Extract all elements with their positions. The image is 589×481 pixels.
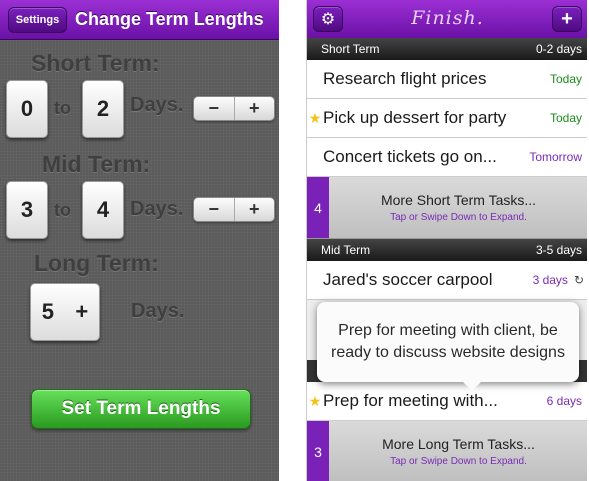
mid-term-minus-button[interactable]: −	[194, 198, 235, 221]
mid-term-stepper: − +	[193, 197, 275, 222]
short-term-header-label: Short Term	[321, 42, 380, 56]
task-name: Prep for meeting with...	[323, 391, 498, 410]
more-text: More Long Term Tasks... Tap or Swipe Dow…	[329, 421, 587, 481]
task-due: Tomorrow	[529, 150, 582, 164]
more-text: More Short Term Tasks... Tap or Swipe Do…	[329, 177, 587, 238]
nav-bar: Settings Change Term Lengths	[0, 0, 279, 40]
more-label: More Short Term Tasks...	[380, 192, 537, 208]
task-name: Jared's soccer carpool	[323, 270, 493, 289]
repeat-icon: ↻	[573, 273, 584, 287]
more-short-term-tasks[interactable]: 4 More Short Term Tasks... Tap or Swipe …	[307, 177, 587, 239]
task-note-tooltip: Prep for meeting with client, be ready t…	[317, 302, 579, 391]
short-term-plus-button[interactable]: +	[235, 97, 275, 120]
task-due: Today	[549, 72, 582, 86]
task-list-screen: ⚙ Finish. + Short Term 0-2 days Research…	[306, 0, 587, 481]
short-term-to-label: to	[54, 98, 71, 118]
long-term-title: Long Term:	[34, 250, 159, 276]
mid-term-to-label: to	[54, 200, 71, 220]
mid-term-from-tile[interactable]: 3	[6, 181, 48, 239]
more-long-term-tasks[interactable]: 3 More Long Term Tasks... Tap or Swipe D…	[307, 421, 587, 481]
task-name: Concert tickets go on...	[323, 147, 497, 166]
task-name: Research flight prices	[323, 69, 487, 88]
set-term-lengths-button[interactable]: Set Term Lengths	[31, 389, 251, 429]
short-term-header: Short Term 0-2 days	[307, 38, 587, 60]
short-term-more-count: 4	[307, 177, 329, 238]
mid-term-header-label: Mid Term	[321, 243, 371, 257]
nav-bar: ⚙ Finish. +	[307, 0, 587, 38]
app-title: Finish.	[411, 7, 484, 29]
long-term-more-count: 3	[307, 421, 329, 481]
mid-term-header-range: 3-5 days	[535, 243, 582, 257]
mid-term-to-tile[interactable]: 4	[82, 181, 124, 239]
more-hint: Tap or Swipe Down to Expand.	[390, 212, 527, 223]
mid-term-plus-button[interactable]: +	[235, 198, 275, 221]
term-lengths-screen: Settings Change Term Lengths Short Term:…	[0, 0, 279, 481]
add-task-button[interactable]: +	[552, 6, 582, 32]
mid-term-header: Mid Term 3-5 days	[307, 239, 587, 261]
more-hint: Tap or Swipe Down to Expand.	[390, 456, 527, 467]
task-due: 3 days	[532, 273, 568, 287]
settings-button[interactable]: Settings	[8, 7, 67, 33]
short-term-from-tile[interactable]: 0	[6, 80, 48, 138]
short-term-header-range: 0-2 days	[535, 42, 582, 56]
task-name: Pick up dessert for party	[323, 108, 507, 127]
long-term-plus-icon[interactable]: +	[75, 299, 88, 325]
page-title: Change Term Lengths	[75, 9, 264, 29]
task-row[interactable]: Concert tickets go on... Tomorrow	[307, 138, 587, 177]
more-label: More Long Term Tasks...	[382, 436, 535, 452]
star-icon: ★	[308, 392, 322, 409]
short-term-stepper: − +	[193, 96, 275, 121]
short-term-days-label: Days.	[130, 94, 184, 116]
task-due: Today	[549, 111, 582, 125]
task-row[interactable]: ★ Pick up dessert for party Today	[307, 99, 587, 138]
star-icon: ★	[308, 109, 322, 126]
long-term-tile[interactable]: 5 +	[30, 283, 100, 341]
short-term-minus-button[interactable]: −	[194, 97, 235, 120]
long-term-value: 5	[41, 299, 54, 324]
mid-term-days-label: Days.	[130, 198, 184, 220]
task-row[interactable]: ★ Prep for meeting with... 6 days	[307, 382, 587, 421]
task-row[interactable]: Jared's soccer carpool 3 days ↻	[307, 261, 587, 300]
long-term-days-label: Days.	[131, 300, 185, 322]
mid-term-title: Mid Term:	[42, 151, 151, 177]
task-row[interactable]: Research flight prices Today	[307, 60, 587, 99]
task-due: 6 days	[546, 394, 582, 408]
short-term-to-tile[interactable]: 2	[82, 80, 124, 138]
short-term-title: Short Term:	[31, 50, 160, 76]
